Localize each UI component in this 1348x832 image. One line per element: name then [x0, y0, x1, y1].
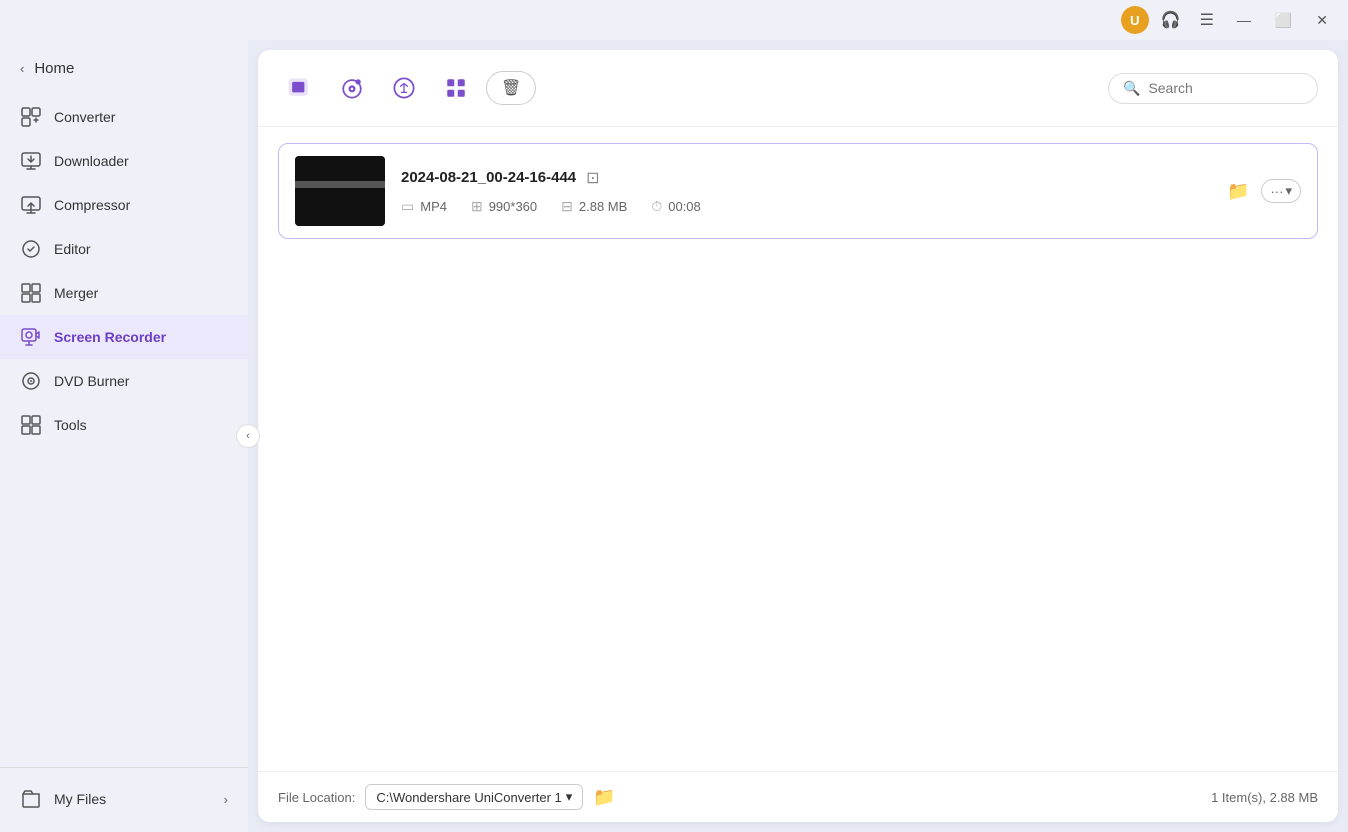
tools-label: Tools — [54, 417, 87, 433]
title-bar: U 🎧 ☰ — ⬜ ✕ — [0, 0, 1348, 40]
main-content: 2024-08-21_00-24-16-444 ⊡ ▭ MP4 ⊞ 990*36… — [258, 127, 1338, 771]
home-arrow-icon: ‹ — [20, 61, 24, 76]
search-input[interactable] — [1148, 80, 1303, 96]
recording-filename: 2024-08-21_00-24-16-444 — [401, 169, 576, 186]
dvd-burner-label: DVD Burner — [54, 373, 129, 389]
item-count: 1 Item(s), 2.88 MB — [1211, 790, 1318, 805]
downloader-label: Downloader — [54, 153, 129, 169]
compressor-icon — [20, 194, 42, 216]
sidebar-item-merger[interactable]: Merger — [0, 271, 248, 315]
headset-icon-button[interactable]: 🎧 — [1157, 6, 1185, 34]
dvd-burner-icon — [20, 370, 42, 392]
trash-button[interactable]: 🗑 — [486, 71, 536, 105]
format-icon: ▭ — [401, 198, 414, 215]
my-files-label: My Files — [54, 791, 106, 807]
sidebar-item-editor[interactable]: Editor — [0, 227, 248, 271]
footer-folder-icon: 📁 — [593, 787, 615, 807]
screen-record-tool-button[interactable] — [278, 66, 322, 110]
sidebar: ‹ Home Converter — [0, 40, 248, 832]
more-actions-button[interactable]: ··· ▾ — [1261, 179, 1301, 203]
duration-icon: ⏱ — [651, 198, 662, 215]
sidebar-item-dvd-burner[interactable]: DVD Burner — [0, 359, 248, 403]
open-external-icon[interactable]: ⊡ — [586, 168, 599, 188]
main-layout: ‹ Home Converter — [0, 40, 1348, 832]
open-folder-button[interactable]: 📁 — [1223, 177, 1253, 206]
user-avatar-button[interactable]: U — [1121, 6, 1149, 34]
recording-size: ⊟ 2.88 MB — [561, 198, 627, 215]
recording-resolution: ⊞ 990*360 — [471, 198, 537, 215]
converter-icon — [20, 106, 42, 128]
trash-icon: 🗑 — [501, 80, 521, 97]
screen-recorder-label: Screen Recorder — [54, 329, 166, 345]
sidebar-item-converter[interactable]: Converter — [0, 95, 248, 139]
merger-label: Merger — [54, 285, 98, 301]
apps-tool-button[interactable] — [434, 66, 478, 110]
search-box: 🔍 — [1108, 73, 1318, 104]
file-location-label: File Location: — [278, 790, 355, 805]
my-files-arrow-icon: › — [224, 792, 228, 807]
size-value: 2.88 MB — [579, 199, 627, 214]
recording-name-row: 2024-08-21_00-24-16-444 ⊡ — [401, 168, 1207, 188]
downloader-icon — [20, 150, 42, 172]
editor-icon — [20, 238, 42, 260]
merger-icon — [20, 282, 42, 304]
recording-duration: ⏱ 00:08 — [651, 198, 700, 215]
menu-icon-button[interactable]: ☰ — [1193, 6, 1221, 34]
compressor-label: Compressor — [54, 197, 130, 213]
audio-tool-button[interactable] — [382, 66, 426, 110]
size-icon: ⊟ — [561, 198, 573, 215]
recording-actions: 📁 ··· ▾ — [1223, 177, 1301, 206]
thumb-bot — [295, 188, 385, 227]
more-chevron-icon: ▾ — [1285, 183, 1292, 199]
sidebar-item-compressor[interactable]: Compressor — [0, 183, 248, 227]
sidebar-item-home[interactable]: ‹ Home — [0, 50, 248, 95]
title-bar-controls: U 🎧 ☰ — ⬜ ✕ — [1121, 6, 1336, 34]
recording-meta: ▭ MP4 ⊞ 990*360 ⊟ 2.88 MB ⏱ — [401, 198, 1207, 215]
format-value: MP4 — [420, 199, 447, 214]
sidebar-item-tools[interactable]: Tools — [0, 403, 248, 447]
sidebar-item-screen-recorder[interactable]: Screen Recorder — [0, 315, 248, 359]
my-files-icon — [20, 788, 42, 810]
recording-format: ▭ MP4 — [401, 198, 447, 215]
home-label: Home — [34, 60, 74, 77]
thumb-mid — [295, 181, 385, 188]
file-location-selector[interactable]: C:\Wondershare UniConverter 1 ▾ — [365, 784, 583, 810]
resolution-icon: ⊞ — [471, 198, 483, 215]
resolution-value: 990*360 — [489, 199, 537, 214]
thumb-top — [295, 156, 385, 181]
sidebar-item-downloader[interactable]: Downloader — [0, 139, 248, 183]
converter-label: Converter — [54, 109, 115, 125]
minimize-button[interactable]: — — [1229, 8, 1259, 32]
close-button[interactable]: ✕ — [1308, 8, 1336, 33]
sidebar-bottom: My Files › — [0, 767, 248, 822]
editor-label: Editor — [54, 241, 91, 257]
duration-value: 00:08 — [668, 199, 701, 214]
recording-card[interactable]: 2024-08-21_00-24-16-444 ⊡ ▭ MP4 ⊞ 990*36… — [278, 143, 1318, 239]
search-icon: 🔍 — [1123, 80, 1140, 97]
camera-tool-button[interactable] — [330, 66, 374, 110]
more-dots-icon: ··· — [1270, 184, 1283, 199]
footer-open-folder-button[interactable]: 📁 — [593, 787, 615, 808]
maximize-button[interactable]: ⬜ — [1267, 8, 1300, 33]
content-area: 🗑 🔍 2024-08 — [258, 50, 1338, 822]
recording-info: 2024-08-21_00-24-16-444 ⊡ ▭ MP4 ⊞ 990*36… — [401, 168, 1207, 215]
sidebar-collapse-button[interactable]: ‹ — [236, 424, 260, 448]
tools-icon — [20, 414, 42, 436]
file-location-path: C:\Wondershare UniConverter 1 — [376, 790, 561, 805]
screen-recorder-icon — [20, 326, 42, 348]
file-location-chevron-icon: ▾ — [566, 789, 573, 805]
recording-thumbnail — [295, 156, 385, 226]
content-footer: File Location: C:\Wondershare UniConvert… — [258, 771, 1338, 822]
sidebar-item-my-files[interactable]: My Files › — [0, 776, 248, 822]
toolbar: 🗑 🔍 — [258, 50, 1338, 127]
